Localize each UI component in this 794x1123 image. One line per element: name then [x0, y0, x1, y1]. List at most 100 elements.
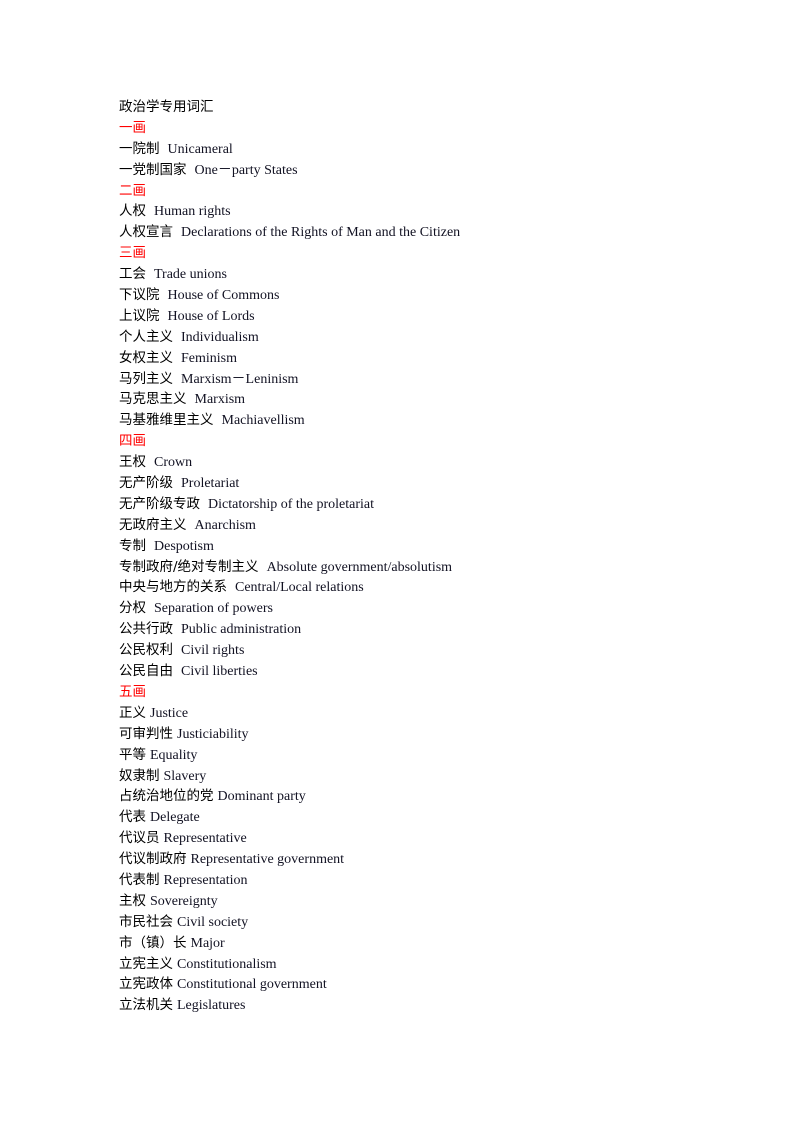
term-english: Civil rights — [181, 643, 245, 659]
glossary-term: 无产阶级专政 Dictatorship of the proletariat — [119, 494, 719, 515]
term-english: Separation of powers — [154, 601, 273, 617]
term-english: Civil society — [177, 914, 249, 930]
term-chinese: 专制政府/绝对专制主义 — [119, 558, 259, 575]
glossary-term: 中央与地方的关系 Central/Local relations — [119, 577, 719, 598]
term-english: Central/Local relations — [235, 580, 364, 596]
term-chinese: 分权 — [119, 600, 146, 617]
term-chinese: 代表制 — [119, 871, 160, 888]
term-chinese: 中央与地方的关系 — [119, 579, 227, 596]
term-english: Delegate — [150, 810, 200, 826]
term-chinese: 个人主义 — [119, 328, 173, 345]
term-chinese: 女权主义 — [119, 349, 173, 366]
term-english: Justiciability — [177, 726, 249, 742]
term-english: Declarations of the Rights of Man and th… — [181, 225, 461, 241]
term-english: Representative — [163, 831, 247, 847]
term-chinese: 代议员 — [119, 830, 160, 847]
term-chinese: 市民社会 — [119, 913, 173, 930]
term-english: Unicameral — [167, 141, 233, 157]
term-english: Dictatorship of the proletariat — [208, 496, 374, 512]
glossary-term: 工会 Trade unions — [119, 264, 719, 285]
term-chinese: 奴隶制 — [119, 767, 160, 784]
term-english: Representative government — [190, 852, 345, 868]
term-chinese: 一党制国家 — [119, 161, 187, 178]
glossary-term: 主权 Sovereignty — [119, 891, 719, 912]
term-english: House of Commons — [167, 288, 280, 304]
term-chinese: 市（镇）长 — [119, 934, 187, 951]
term-chinese: 马克思主义 — [119, 391, 187, 408]
glossary-term: 专制 Despotism — [119, 536, 719, 557]
term-chinese: 立宪政体 — [119, 976, 173, 993]
glossary-term: 人权 Human rights — [119, 201, 719, 222]
term-chinese: 人权 — [119, 203, 146, 220]
section-heading: 一画 — [119, 119, 146, 136]
glossary-term: 公民自由 Civil liberties — [119, 661, 719, 682]
term-chinese: 主权 — [119, 892, 146, 909]
glossary-term: 市民社会 Civil society — [119, 912, 719, 933]
term-english: Major — [190, 935, 225, 951]
term-chinese: 公民权利 — [119, 642, 173, 659]
term-english: Feminism — [181, 350, 238, 366]
section-heading: 五画 — [119, 683, 146, 700]
term-english: Crown — [154, 455, 193, 471]
term-english: Dominant party — [217, 789, 306, 805]
glossary-term: 人权宣言 Declarations of the Rights of Man an… — [119, 222, 719, 243]
term-english: Absolute government/absolutism — [266, 559, 453, 575]
term-english: Public administration — [181, 622, 302, 638]
term-english: Sovereignty — [150, 893, 218, 909]
term-english: Equality — [150, 747, 198, 763]
term-chinese: 公民自由 — [119, 663, 173, 680]
term-chinese: 代表 — [119, 809, 146, 826]
section-heading: 四画 — [119, 433, 146, 450]
glossary-term: 王权 Crown — [119, 452, 719, 473]
glossary-term: 正义 Justice — [119, 703, 719, 724]
glossary-sections: 一画 一院制 Unicameral 一党制国家 One－party States 二画 人权… — [119, 118, 719, 1016]
term-english: House of Lords — [167, 308, 255, 324]
term-chinese: 平等 — [119, 746, 146, 763]
term-english: One－party States — [194, 162, 298, 178]
glossary-term: 无政府主义 Anarchism — [119, 515, 719, 536]
glossary-term: 一院制 Unicameral — [119, 139, 719, 160]
term-chinese: 公共行政 — [119, 621, 173, 638]
glossary-term: 专制政府/绝对专制主义 Absolute government/absolutis… — [119, 557, 719, 578]
term-chinese: 马列主义 — [119, 370, 173, 387]
term-english: Slavery — [163, 768, 207, 784]
term-chinese: 下议院 — [119, 287, 160, 304]
glossary-term: 个人主义 Individualism — [119, 327, 719, 348]
term-english: Civil liberties — [181, 664, 258, 680]
glossary-term: 平等 Equality — [119, 745, 719, 766]
term-chinese: 专制 — [119, 537, 146, 554]
term-english: Trade unions — [154, 267, 227, 283]
glossary-term: 公共行政 Public administration — [119, 619, 719, 640]
glossary-term: 代议制政府 Representative government — [119, 849, 719, 870]
term-chinese: 马基雅维里主义 — [119, 412, 214, 429]
glossary-term: 分权 Separation of powers — [119, 598, 719, 619]
glossary-term: 立法机关 Legislatures — [119, 995, 719, 1016]
glossary-term: 无产阶级 Proletariat — [119, 473, 719, 494]
glossary-term: 奴隶制 Slavery — [119, 766, 719, 787]
glossary-term: 马克思主义 Marxism — [119, 389, 719, 410]
glossary-term: 女权主义 Feminism — [119, 348, 719, 369]
term-chinese: 代议制政府 — [119, 851, 187, 868]
glossary-term: 可审判性 Justiciability — [119, 724, 719, 745]
document-title: 政治学专用词汇 — [119, 99, 214, 115]
term-english: Justice — [150, 705, 189, 721]
term-chinese: 立宪主义 — [119, 955, 173, 972]
term-chinese: 一院制 — [119, 140, 160, 157]
term-english: Constitutionalism — [177, 956, 277, 972]
term-chinese: 立法机关 — [119, 997, 173, 1014]
glossary-term: 公民权利 Civil rights — [119, 640, 719, 661]
glossary-term: 立宪政体 Constitutional government — [119, 974, 719, 995]
glossary-term: 代表制 Representation — [119, 870, 719, 891]
glossary-term: 下议院 House of Commons — [119, 285, 719, 306]
term-chinese: 人权宣言 — [119, 224, 173, 241]
term-english: Legislatures — [177, 998, 246, 1014]
term-chinese: 无政府主义 — [119, 516, 187, 533]
glossary-term: 立宪主义 Constitutionalism — [119, 954, 719, 975]
glossary-term: 一党制国家 One－party States — [119, 160, 719, 181]
term-chinese: 上议院 — [119, 307, 160, 324]
term-english: Representation — [163, 872, 248, 888]
glossary-term: 市（镇）长 Major — [119, 933, 719, 954]
term-english: Constitutional government — [177, 977, 327, 993]
term-english: Machiavellism — [221, 413, 305, 429]
term-english: Proletariat — [181, 476, 240, 492]
